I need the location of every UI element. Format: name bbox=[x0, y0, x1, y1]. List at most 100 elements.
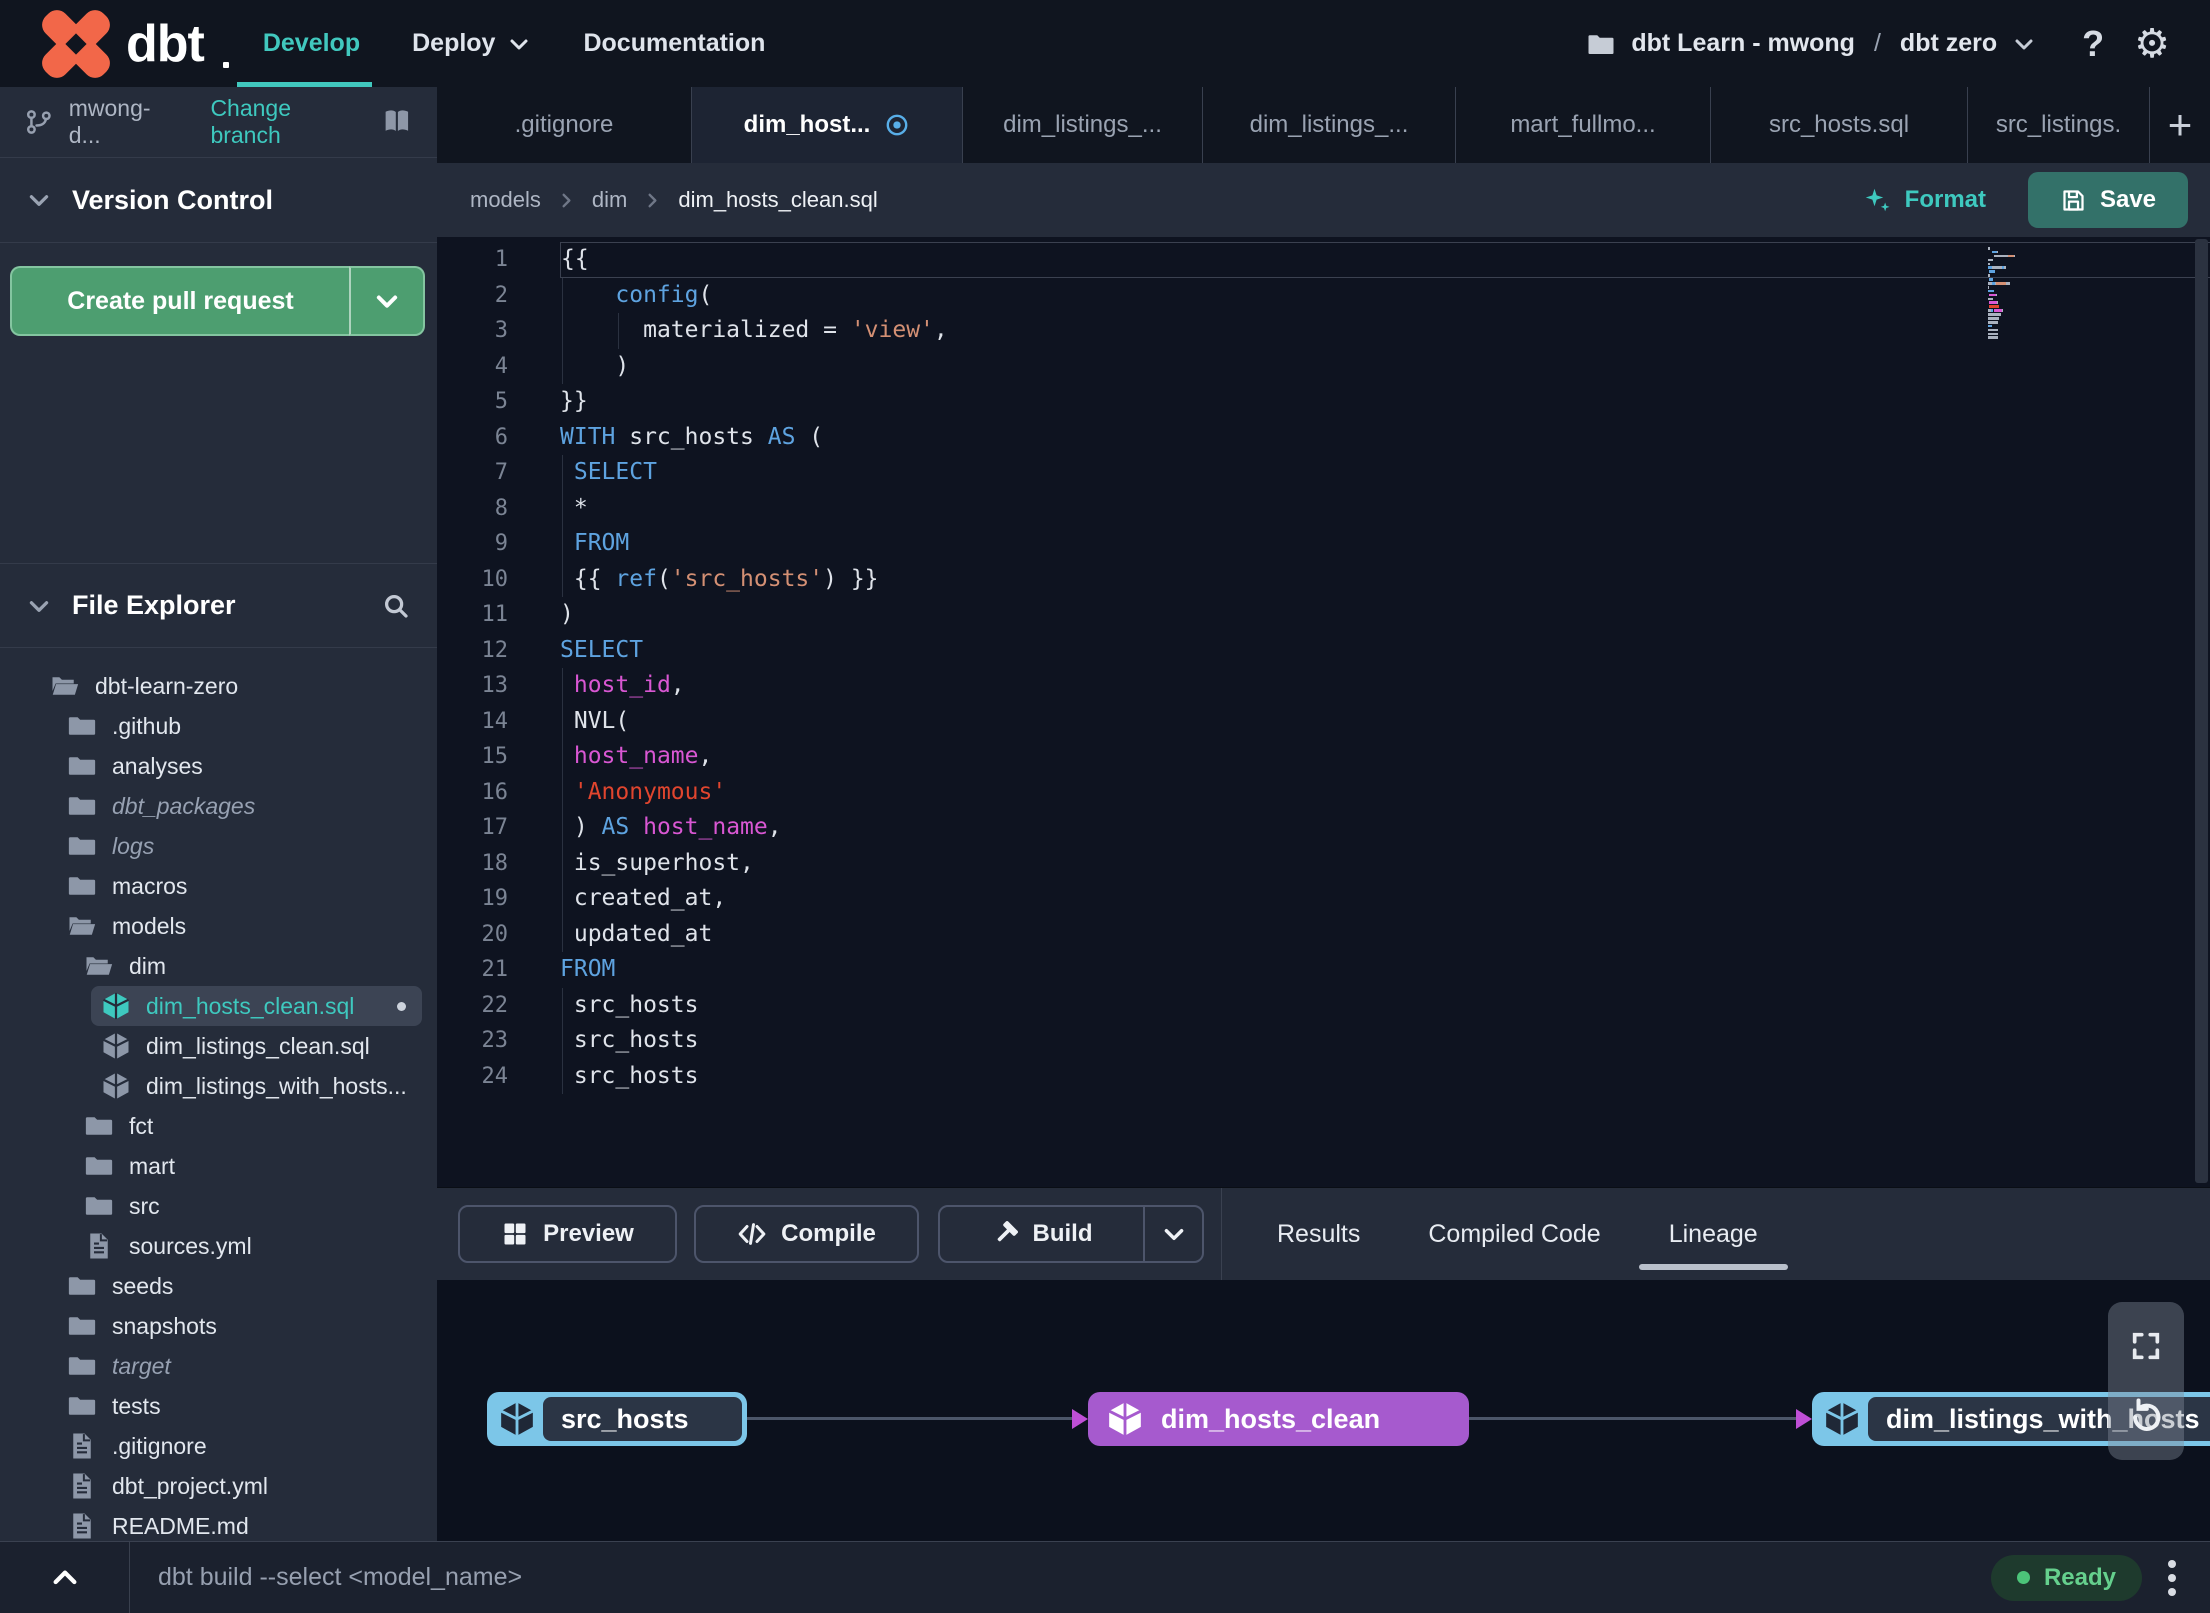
code-line-12[interactable]: 12 SELECT bbox=[437, 633, 2210, 669]
lineage-node-src-hosts[interactable]: src_hosts bbox=[487, 1392, 747, 1446]
tree-item-dbt-packages[interactable]: dbt_packages bbox=[0, 786, 437, 826]
status-dot bbox=[2016, 1571, 2030, 1584]
search-icon[interactable] bbox=[381, 591, 411, 621]
code-editor[interactable]: 1{{2 config(3 materialized = 'view', 4 ) 5… bbox=[437, 237, 2210, 1187]
tree-item-dbt-project-yml[interactable]: dbt_project.yml bbox=[0, 1466, 437, 1506]
editor-tab-src-listings[interactable]: src_listings. bbox=[1968, 87, 2150, 163]
command-input[interactable]: dbt build --select <model_name> bbox=[158, 1563, 522, 1592]
code-line-23[interactable]: 23 src_hosts bbox=[437, 1023, 2210, 1059]
tree-item-gitignore[interactable]: .gitignore bbox=[0, 1426, 437, 1466]
tree-item-macros[interactable]: macros bbox=[0, 866, 437, 906]
code-line-21[interactable]: 21 FROM bbox=[437, 952, 2210, 988]
code-line-3[interactable]: 3 materialized = 'view', bbox=[437, 313, 2210, 349]
settings-gear-icon[interactable]: ⚙ bbox=[2134, 21, 2170, 67]
code-line-15[interactable]: 15 host_name, bbox=[437, 739, 2210, 775]
nav-develop[interactable]: Develop bbox=[236, 0, 373, 87]
lineage-canvas[interactable]: src_hosts dim_hosts_clean dim_listings_wit… bbox=[437, 1280, 2210, 1541]
refresh-icon[interactable] bbox=[2126, 1393, 2166, 1433]
tab-compiled-code[interactable]: Compiled Code bbox=[1428, 1188, 1600, 1280]
save-button[interactable]: Save bbox=[2028, 172, 2188, 228]
indent-guide bbox=[618, 313, 619, 349]
build-dropdown[interactable] bbox=[1143, 1205, 1204, 1263]
code-line-19[interactable]: 19 created_at, bbox=[437, 881, 2210, 917]
tab-results[interactable]: Results bbox=[1277, 1188, 1360, 1280]
tree-item-sources-yml[interactable]: sources.yml bbox=[0, 1226, 437, 1266]
code-line-22[interactable]: 22 src_hosts bbox=[437, 987, 2210, 1023]
indent-guide bbox=[562, 774, 563, 810]
code-line-text: is_superhost, bbox=[560, 845, 2210, 881]
tree-item-logs[interactable]: logs bbox=[0, 826, 437, 866]
code-line-6[interactable]: 6 WITH src_hosts AS ( bbox=[437, 420, 2210, 456]
code-line-11[interactable]: 11) bbox=[437, 597, 2210, 633]
create-pr-button[interactable]: Create pull request bbox=[10, 266, 349, 336]
tree-item-dim-listings-with-hosts[interactable]: dim_listings_with_hosts... bbox=[0, 1066, 437, 1106]
editor-tab-gitignore[interactable]: .gitignore bbox=[437, 87, 692, 163]
code-line-16[interactable]: 16 'Anonymous' bbox=[437, 774, 2210, 810]
editor-tab-dim-host[interactable]: dim_host... bbox=[692, 87, 963, 163]
expand-command-bar[interactable] bbox=[0, 1562, 129, 1594]
indent-guide bbox=[562, 845, 563, 881]
editor-tab-dim-listings[interactable]: dim_listings_... bbox=[1203, 87, 1456, 163]
breadcrumb-item-models[interactable]: models bbox=[470, 187, 541, 213]
nav-documentation[interactable]: Documentation bbox=[583, 0, 765, 87]
editor-tab-dim-listings[interactable]: dim_listings_... bbox=[963, 87, 1203, 163]
tree-item-label: src bbox=[129, 1192, 160, 1219]
tree-item-readme-md[interactable]: README.md bbox=[0, 1506, 437, 1541]
code-line-10[interactable]: 10 {{ ref('src_hosts') }} bbox=[437, 561, 2210, 597]
tree-item-github[interactable]: .github bbox=[0, 706, 437, 746]
code-line-24[interactable]: 24 src_hosts bbox=[437, 1058, 2210, 1094]
panel-divider bbox=[1221, 1187, 1222, 1281]
code-line-9[interactable]: 9 FROM bbox=[437, 526, 2210, 562]
tree-item-tests[interactable]: tests bbox=[0, 1386, 437, 1426]
tree-item-fct[interactable]: fct bbox=[0, 1106, 437, 1146]
tree-item-target[interactable]: target bbox=[0, 1346, 437, 1386]
breadcrumb-item-dim[interactable]: dim bbox=[592, 187, 627, 213]
code-line-7[interactable]: 7 SELECT bbox=[437, 455, 2210, 491]
docs-book-icon[interactable] bbox=[381, 106, 413, 138]
code-line-1[interactable]: 1 {{ bbox=[437, 242, 2210, 278]
create-pr-dropdown[interactable] bbox=[349, 266, 425, 336]
tree-item-snapshots[interactable]: snapshots bbox=[0, 1306, 437, 1346]
editor-tab-mart-fullmo[interactable]: mart_fullmo... bbox=[1456, 87, 1711, 163]
dbt-logo[interactable]: dbt bbox=[0, 4, 229, 83]
fullscreen-icon[interactable] bbox=[2129, 1329, 2163, 1363]
file-explorer-header[interactable]: File Explorer bbox=[0, 563, 437, 648]
code-line-13[interactable]: 13 host_id, bbox=[437, 668, 2210, 704]
nav-deploy[interactable]: Deploy bbox=[412, 0, 531, 87]
tree-item-dim-listings-clean-sql[interactable]: dim_listings_clean.sql bbox=[0, 1026, 437, 1066]
tree-item-seeds[interactable]: seeds bbox=[0, 1266, 437, 1306]
code-line-18[interactable]: 18 is_superhost, bbox=[437, 845, 2210, 881]
tree-item-dim[interactable]: dim bbox=[0, 946, 437, 986]
preview-button[interactable]: Preview bbox=[458, 1205, 677, 1263]
tree-item-src[interactable]: src bbox=[0, 1186, 437, 1226]
format-button[interactable]: Format bbox=[1862, 185, 1986, 215]
breadcrumb-item-dim-hosts-clean-sql[interactable]: dim_hosts_clean.sql bbox=[678, 187, 877, 213]
code-line-17[interactable]: 17 ) AS host_name, bbox=[437, 810, 2210, 846]
editor-scrollbar[interactable] bbox=[2195, 239, 2208, 1183]
help-icon[interactable]: ? bbox=[2082, 23, 2104, 65]
project-selector[interactable]: dbt Learn - mwong / dbt zero bbox=[1586, 29, 2036, 59]
kebab-menu-icon[interactable] bbox=[2168, 1559, 2176, 1596]
line-number: 6 bbox=[494, 424, 508, 450]
tree-item-label: fct bbox=[129, 1112, 154, 1139]
code-line-8[interactable]: 8 * bbox=[437, 490, 2210, 526]
code-line-14[interactable]: 14 NVL( bbox=[437, 703, 2210, 739]
code-line-4[interactable]: 4 ) bbox=[437, 348, 2210, 384]
version-control-header[interactable]: Version Control bbox=[0, 158, 437, 243]
compile-button[interactable]: Compile bbox=[694, 1205, 919, 1263]
tab-lineage[interactable]: Lineage bbox=[1638, 1188, 1788, 1280]
code-line-5[interactable]: 5}} bbox=[437, 384, 2210, 420]
editor-minimap[interactable] bbox=[1988, 247, 2042, 340]
tree-item-analyses[interactable]: analyses bbox=[0, 746, 437, 786]
lineage-node-dim-hosts-clean[interactable]: dim_hosts_clean bbox=[1088, 1392, 1469, 1446]
editor-tab-src-hosts-sql[interactable]: src_hosts.sql bbox=[1711, 87, 1968, 163]
tree-item-models[interactable]: models bbox=[0, 906, 437, 946]
tree-item-mart[interactable]: mart bbox=[0, 1146, 437, 1186]
tree-item-dim-hosts-clean-sql[interactable]: dim_hosts_clean.sql bbox=[0, 986, 437, 1026]
change-branch-link[interactable]: Change branch bbox=[210, 95, 366, 149]
code-line-20[interactable]: 20 updated_at bbox=[437, 916, 2210, 952]
build-button[interactable]: Build bbox=[938, 1205, 1145, 1263]
code-line-2[interactable]: 2 config( bbox=[437, 277, 2210, 313]
new-tab-button[interactable]: + bbox=[2150, 87, 2210, 163]
tree-item-dbt-learn-zero[interactable]: dbt-learn-zero bbox=[0, 666, 437, 706]
